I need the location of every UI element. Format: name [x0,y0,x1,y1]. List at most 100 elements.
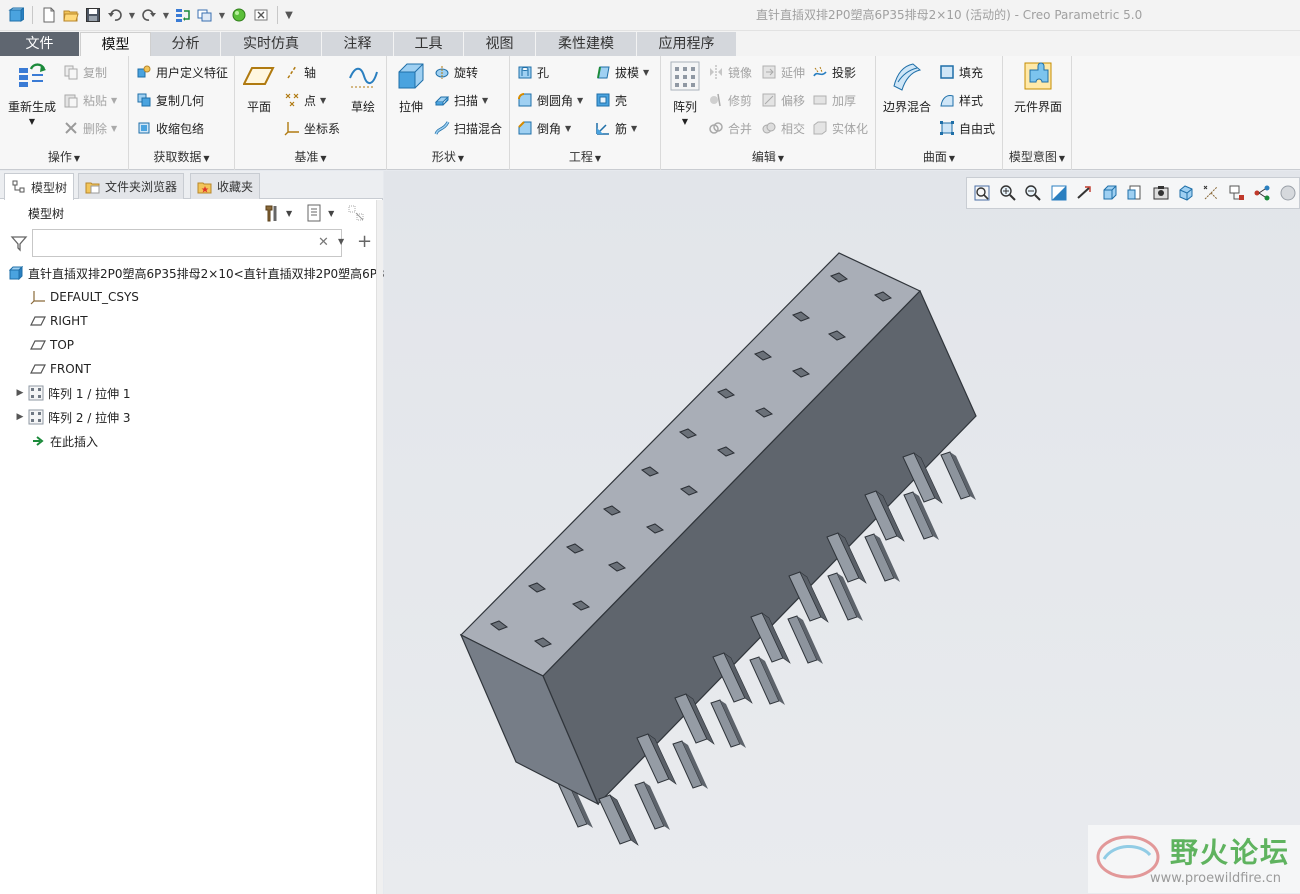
component-interface-button[interactable]: 元件界面 [1007,60,1069,115]
shell-button[interactable]: 壳 [594,89,627,111]
tree-item-right-plane[interactable]: RIGHT [30,309,88,333]
windows-dropdown-icon[interactable]: ▼ [217,11,227,20]
swept-blend-button[interactable]: 扫描混合 [433,117,502,139]
sweep-dropdown-icon[interactable]: ▼ [482,96,488,105]
project-button[interactable]: 投影 [811,61,856,83]
offset-button[interactable]: 偏移 [760,89,805,111]
freestyle-button[interactable]: 自由式 [938,117,995,139]
chamfer-button[interactable]: 倒角 ▼ [516,117,571,139]
tab-live-simulation[interactable]: 实时仿真 [221,32,322,56]
tab-flexible-modeling[interactable]: 柔性建模 [536,32,637,56]
add-filter-icon[interactable]: + [357,231,372,252]
activate-icon[interactable] [229,5,249,25]
pattern-dropdown-icon[interactable]: ▼ [667,117,703,126]
app-icon[interactable] [6,5,26,25]
solidify-button[interactable]: 实体化 [811,117,868,139]
paste-button[interactable]: 粘贴 ▼ [62,89,117,111]
regenerate-button[interactable]: 重新生成 ▼ [6,60,58,126]
trim-button[interactable]: 修剪 [707,89,752,111]
udf-button[interactable]: 用户定义特征 [135,61,228,83]
tree-item-insert-here[interactable]: 在此插入 [30,429,98,453]
tab-file[interactable]: 文件 [0,32,80,56]
undo-dropdown-icon[interactable]: ▼ [127,11,137,20]
regenerate-dropdown-icon[interactable]: ▼ [6,117,58,126]
datum-plane-button[interactable]: 平面 [241,60,277,115]
tab-tools[interactable]: 工具 [394,32,464,56]
group-datum-label[interactable]: 基准 ▼ [235,148,386,165]
open-folder-icon[interactable] [61,5,81,25]
extrude-button[interactable]: 拉伸 [393,60,429,115]
tree-item-front-plane[interactable]: FRONT [30,357,91,381]
shrinkwrap-button[interactable]: 收缩包络 [135,117,204,139]
datum-point-dropdown-icon[interactable]: ▼ [320,96,326,105]
delete-dropdown-icon[interactable]: ▼ [111,124,117,133]
extend-button[interactable]: 延伸 [760,61,805,83]
paste-dropdown-icon[interactable]: ▼ [111,96,117,105]
windows-icon[interactable] [195,5,215,25]
save-icon[interactable] [83,5,103,25]
datum-point-button[interactable]: 点 ▼ [283,89,326,111]
boundary-blend-button[interactable]: 边界混合 [882,60,932,115]
round-dropdown-icon[interactable]: ▼ [577,96,583,105]
thicken-button[interactable]: 加厚 [811,89,856,111]
tab-view[interactable]: 视图 [464,32,536,56]
tab-annotate[interactable]: 注释 [322,32,394,56]
tab-folder-browser[interactable]: 文件夹浏览器 [78,173,185,199]
customize-toolbar-icon[interactable]: ▼ [284,10,294,21]
merge-button[interactable]: 合并 [707,117,752,139]
close-window-icon[interactable] [251,5,271,25]
style-button[interactable]: 样式 [938,89,983,111]
csys-button[interactable]: 坐标系 [283,117,340,139]
filter-icon[interactable] [10,234,28,252]
tree-filter-toggle-icon[interactable] [346,203,366,223]
settings-dropdown-icon[interactable]: ▼ [286,209,292,218]
delete-button[interactable]: 删除 ▼ [62,117,117,139]
tree-item-default-csys[interactable]: DEFAULT_CSYS [30,285,139,309]
group-model-intent-label[interactable]: 模型意图 ▼ [1003,148,1071,165]
new-file-icon[interactable] [39,5,59,25]
group-engineering-label[interactable]: 工程 ▼ [510,148,660,165]
show-dropdown-icon[interactable]: ▼ [328,209,334,218]
rib-dropdown-icon[interactable]: ▼ [631,124,637,133]
group-surfaces-label[interactable]: 曲面 ▼ [876,148,1002,165]
tree-item-root[interactable]: 直针直插双排2P0塑高6P35排母2×10<直针直插双排2P0塑高6P3 [8,261,385,285]
expand-arrow-icon[interactable]: ▶ [14,412,26,422]
redo-dropdown-icon[interactable]: ▼ [161,11,171,20]
regenerate-small-icon[interactable] [173,5,193,25]
show-list-icon[interactable] [304,203,324,223]
undo-icon[interactable] [105,5,125,25]
datum-axis-button[interactable]: 轴 [283,61,316,83]
hole-button[interactable]: 孔 [516,61,549,83]
group-shapes-label[interactable]: 形状 ▼ [387,148,509,165]
intersect-button[interactable]: 相交 [760,117,805,139]
revolve-button[interactable]: 旋转 [433,61,478,83]
settings-tools-icon[interactable] [262,203,282,223]
tree-search-input[interactable] [32,229,342,257]
tab-model-tree[interactable]: 模型树 [4,173,75,200]
redo-icon[interactable] [139,5,159,25]
expand-arrow-icon[interactable]: ▶ [14,388,26,398]
group-editing-label[interactable]: 编辑 ▼ [661,148,875,165]
tab-analysis[interactable]: 分析 [151,32,221,56]
group-get-data-label[interactable]: 获取数据 ▼ [129,148,234,165]
draft-button[interactable]: 拔模 ▼ [594,61,649,83]
group-operations-label[interactable]: 操作 ▼ [0,148,128,165]
pattern-button[interactable]: 阵列 ▼ [667,60,703,126]
mirror-button[interactable]: 镜像 [707,61,752,83]
panel-scrollbar[interactable] [376,200,383,894]
chamfer-dropdown-icon[interactable]: ▼ [565,124,571,133]
graphics-window[interactable]: 野火论坛 www.proewildfire.cn [384,171,1300,894]
tab-model[interactable]: 模型 [80,32,151,57]
tree-item-pattern-2[interactable]: ▶ 阵列 2 / 拉伸 3 [14,405,131,429]
rib-button[interactable]: 筋 ▼ [594,117,637,139]
sketch-button[interactable]: 草绘 [345,60,381,115]
sweep-button[interactable]: 扫描 ▼ [433,89,488,111]
clear-filter-icon[interactable]: ✕ [318,235,329,250]
fill-button[interactable]: 填充 [938,61,983,83]
draft-dropdown-icon[interactable]: ▼ [643,68,649,77]
round-button[interactable]: 倒圆角 ▼ [516,89,583,111]
copy-button[interactable]: 复制 [62,61,107,83]
filter-dropdown-icon[interactable]: ▼ [338,237,344,246]
tree-item-top-plane[interactable]: TOP [30,333,74,357]
model-3d-view[interactable] [384,171,1300,894]
